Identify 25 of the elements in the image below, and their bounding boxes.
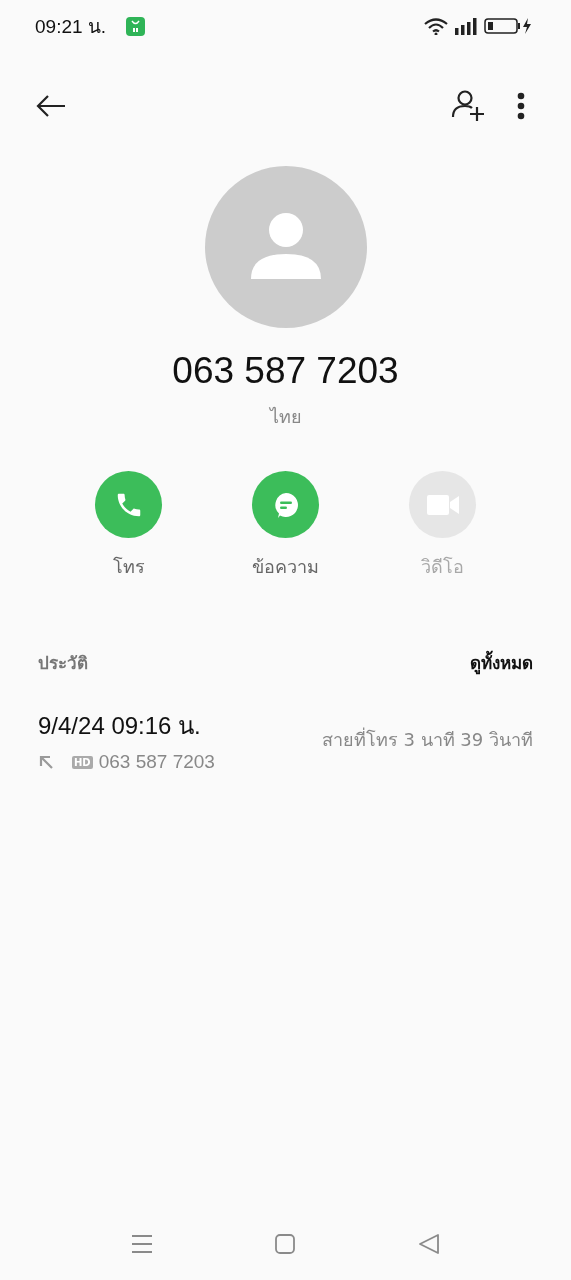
signal-icon bbox=[454, 17, 478, 35]
contact-region: ไทย bbox=[269, 405, 302, 429]
status-time: 09:21 น. bbox=[35, 15, 107, 39]
outgoing-call-icon bbox=[38, 754, 54, 770]
battery-charging-icon bbox=[484, 17, 534, 35]
home-icon[interactable] bbox=[275, 1234, 296, 1254]
call-datetime: 9/4/24 09:16 น. bbox=[38, 711, 202, 741]
menu-icon[interactable] bbox=[131, 1234, 152, 1254]
contact-number: 063 587 7203 bbox=[172, 350, 399, 392]
video-label: วิดีโอ bbox=[421, 555, 464, 579]
contact-avatar-icon bbox=[204, 166, 367, 328]
history-heading: ประวัติ bbox=[38, 652, 88, 675]
see-all-link[interactable]: ดูทั้งหมด bbox=[470, 649, 533, 676]
call-label: โทร bbox=[112, 555, 145, 579]
back-arrow-icon[interactable] bbox=[36, 95, 66, 117]
app-notification-icon bbox=[126, 16, 146, 36]
message-label: ข้อความ bbox=[252, 555, 319, 579]
wifi-icon bbox=[424, 17, 448, 35]
more-options-icon[interactable] bbox=[517, 92, 525, 120]
back-icon[interactable] bbox=[419, 1234, 440, 1254]
call-number: 063 587 7203 bbox=[98, 751, 215, 773]
hd-badge: HD bbox=[72, 755, 93, 769]
video-camera-icon bbox=[425, 492, 460, 517]
call-summary: สายที่โทร 3 นาที 39 วินาที bbox=[321, 726, 533, 752]
add-contact-icon[interactable] bbox=[451, 90, 485, 122]
